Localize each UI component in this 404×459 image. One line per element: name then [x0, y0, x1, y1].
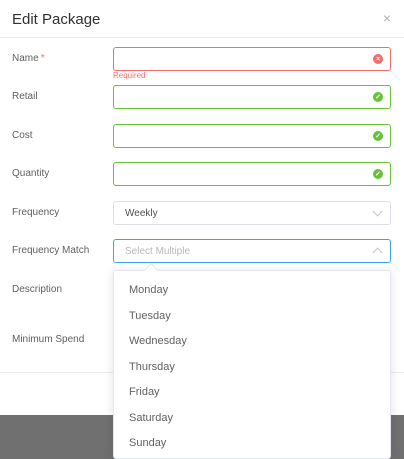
- dropdown-option-saturday[interactable]: Saturday: [114, 406, 390, 431]
- success-check-icon: ✓: [373, 92, 383, 102]
- frequency-match-label: Frequency Match: [12, 245, 90, 256]
- dropdown-option-tuesday[interactable]: Tuesday: [114, 304, 390, 329]
- frequency-label: Frequency: [12, 207, 60, 218]
- dialog-header: Edit Package ×: [0, 0, 404, 38]
- required-asterisk: *: [40, 53, 45, 64]
- name-input[interactable]: ×: [113, 47, 391, 71]
- retail-label: Retail: [12, 91, 38, 102]
- dropdown-option-thursday[interactable]: Thursday: [114, 355, 390, 380]
- quantity-input[interactable]: ✓: [113, 162, 391, 186]
- dialog-title: Edit Package: [12, 11, 101, 28]
- retail-input[interactable]: ✓: [113, 85, 391, 109]
- dropdown-option-friday[interactable]: Friday: [114, 380, 390, 405]
- success-check-icon: ✓: [373, 131, 383, 141]
- name-error-message: Required: [113, 71, 146, 80]
- cost-input[interactable]: ✓: [113, 124, 391, 148]
- name-label: Name *: [12, 53, 45, 64]
- frequency-match-select[interactable]: Select Multiple: [113, 239, 391, 263]
- success-check-icon: ✓: [373, 169, 383, 179]
- chevron-down-icon: [372, 206, 383, 217]
- dropdown-option-sunday[interactable]: Sunday: [114, 431, 390, 456]
- description-label: Description: [12, 284, 63, 295]
- cost-label: Cost: [12, 130, 33, 141]
- minimum-spend-label: Minimum Spend: [12, 334, 85, 345]
- dropdown-option-wednesday[interactable]: Wednesday: [114, 329, 390, 354]
- frequency-match-placeholder: Select Multiple: [125, 246, 191, 257]
- chevron-up-icon: [372, 247, 383, 258]
- frequency-match-dropdown: Monday Tuesday Wednesday Thursday Friday…: [113, 262, 391, 459]
- frequency-select[interactable]: Weekly: [113, 201, 391, 225]
- dropdown-option-monday[interactable]: Monday: [114, 278, 390, 303]
- error-circle-icon: ×: [373, 54, 383, 64]
- name-label-text: Name: [12, 53, 39, 64]
- quantity-label: Quantity: [12, 168, 50, 179]
- close-icon[interactable]: ×: [383, 11, 391, 25]
- frequency-selected-value: Weekly: [125, 208, 158, 219]
